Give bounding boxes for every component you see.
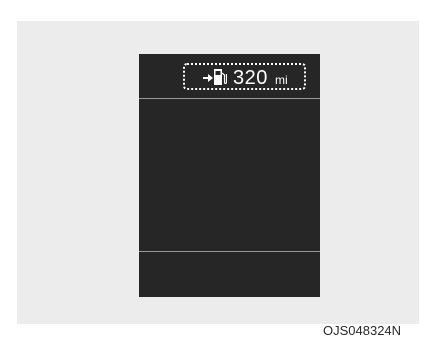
range-value: 320 (233, 67, 268, 89)
range-unit: mi (275, 73, 288, 87)
arrow-right-icon (203, 74, 213, 82)
cluster-display: 320 mi (139, 54, 320, 297)
fuel-pump-icon (214, 69, 227, 85)
top-divider (139, 98, 320, 99)
bottom-divider (139, 251, 320, 252)
distance-to-empty-box: 320 mi (183, 63, 306, 90)
image-code-label: OJS048324N (323, 323, 402, 338)
